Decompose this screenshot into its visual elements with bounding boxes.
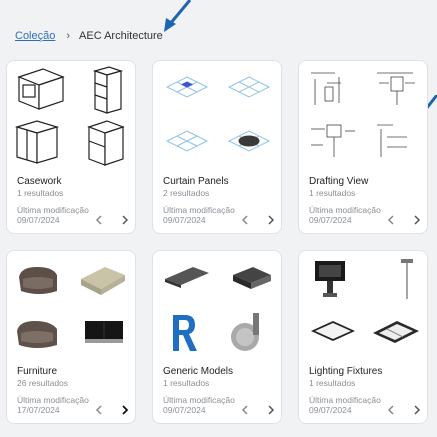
valve-thumbnail [221, 307, 277, 357]
chevron-left-icon [95, 215, 102, 225]
drafting-sheet-thumbnail [305, 117, 361, 167]
card-modified-label: Última modificação [163, 205, 235, 215]
card-title: Generic Models [163, 366, 234, 377]
carousel-next-button[interactable] [264, 403, 278, 417]
chevron-left-icon [241, 405, 248, 415]
chevron-left-icon [387, 405, 394, 415]
card-result-count: 26 resultados [17, 378, 69, 388]
chevron-right-icon [414, 215, 421, 225]
category-card-drafting-view[interactable]: Drafting View 1 resultados Última modifi… [298, 60, 428, 234]
card-thumbnails [159, 255, 277, 359]
card-result-count: 1 resultados [309, 378, 356, 388]
card-modified-date: 09/07/2024 [163, 215, 206, 225]
category-card-generic-models[interactable]: Generic Models 1 resultados Última modif… [152, 250, 282, 424]
pendant-light-thumbnail [367, 255, 423, 305]
carousel-prev-button[interactable] [238, 213, 252, 227]
drawer-cabinet-thumbnail [75, 65, 131, 115]
category-card-furniture[interactable]: Furniture 26 resultados Última modificaç… [6, 250, 136, 424]
troffer-light-thumbnail [367, 307, 423, 357]
cabinet-thumbnail [13, 65, 69, 115]
drafting-sheet-thumbnail [367, 65, 423, 115]
revit-logo-icon [159, 307, 215, 357]
curtain-panel-thumbnail [221, 117, 277, 167]
carousel-prev-button[interactable] [238, 403, 252, 417]
breadcrumb-separator: › [66, 30, 71, 42]
carousel-prev-button[interactable] [92, 213, 106, 227]
card-title: Furniture [17, 366, 58, 377]
annotation-arrow-icon [164, 0, 192, 32]
chevron-right-icon [122, 405, 129, 415]
breadcrumb-current: AEC Architecture [79, 30, 163, 42]
card-title: Curtain Panels [163, 176, 229, 187]
card-thumbnails [305, 255, 423, 359]
armchair-thumbnail [13, 307, 69, 357]
carousel-next-button[interactable] [410, 403, 424, 417]
card-modified-label: Última modificação [163, 395, 235, 405]
sofa-thumbnail [75, 255, 131, 305]
card-title: Casework [17, 176, 62, 187]
carousel-prev-button[interactable] [92, 403, 106, 417]
carousel-next-button[interactable] [118, 403, 132, 417]
card-title: Lighting Fixtures [309, 366, 383, 377]
card-modified-label: Última modificação [17, 395, 89, 405]
base-cabinet-thumbnail [13, 117, 69, 167]
card-result-count: 1 resultados [163, 378, 210, 388]
box-thumbnail [221, 255, 277, 305]
leather-sofa-thumbnail [75, 307, 131, 357]
card-modified-date: 09/07/2024 [309, 405, 352, 415]
card-modified-date: 09/07/2024 [17, 215, 60, 225]
card-result-count: 1 resultados [17, 188, 64, 198]
carousel-next-button[interactable] [264, 213, 278, 227]
chevron-left-icon [387, 215, 394, 225]
card-modified-date: 09/07/2024 [309, 215, 352, 225]
breadcrumb-collection-link[interactable]: Coleção [15, 30, 55, 42]
drafting-sheet-thumbnail [367, 117, 423, 167]
card-modified-date: 17/07/2024 [17, 405, 60, 415]
card-modified-date: 09/07/2024 [163, 405, 206, 415]
chevron-right-icon [268, 405, 275, 415]
card-title: Drafting View [309, 176, 369, 187]
curtain-panel-thumbnail [159, 117, 215, 167]
panel-light-thumbnail [305, 307, 361, 357]
curtain-panel-thumbnail [159, 65, 215, 115]
card-thumbnails [305, 65, 423, 169]
card-modified-label: Última modificação [17, 205, 89, 215]
card-result-count: 1 resultados [309, 188, 356, 198]
card-modified-label: Última modificação [309, 395, 381, 405]
slab-thumbnail [159, 255, 215, 305]
carousel-next-button[interactable] [410, 213, 424, 227]
card-thumbnails [159, 65, 277, 169]
card-thumbnails [13, 255, 131, 359]
card-thumbnails [13, 65, 131, 169]
flood-light-thumbnail [305, 255, 361, 305]
carousel-prev-button[interactable] [384, 213, 398, 227]
armchair-thumbnail [13, 255, 69, 305]
chevron-right-icon [268, 215, 275, 225]
card-result-count: 2 resultados [163, 188, 210, 198]
category-card-lighting-fixtures[interactable]: Lighting Fixtures 1 resultados Última mo… [298, 250, 428, 424]
category-card-curtain-panels[interactable]: Curtain Panels 2 resultados Última modif… [152, 60, 282, 234]
drafting-sheet-thumbnail [305, 65, 361, 115]
category-card-casework[interactable]: Casework 1 resultados Última modificação… [6, 60, 136, 234]
breadcrumb: Coleção › AEC Architecture [15, 30, 163, 42]
curtain-panel-thumbnail [221, 65, 277, 115]
chevron-right-icon [414, 405, 421, 415]
chevron-right-icon [122, 215, 129, 225]
chevron-left-icon [95, 405, 102, 415]
carousel-prev-button[interactable] [384, 403, 398, 417]
carousel-next-button[interactable] [118, 213, 132, 227]
card-modified-label: Última modificação [309, 205, 381, 215]
chevron-left-icon [241, 215, 248, 225]
tall-cabinet-thumbnail [75, 117, 131, 167]
